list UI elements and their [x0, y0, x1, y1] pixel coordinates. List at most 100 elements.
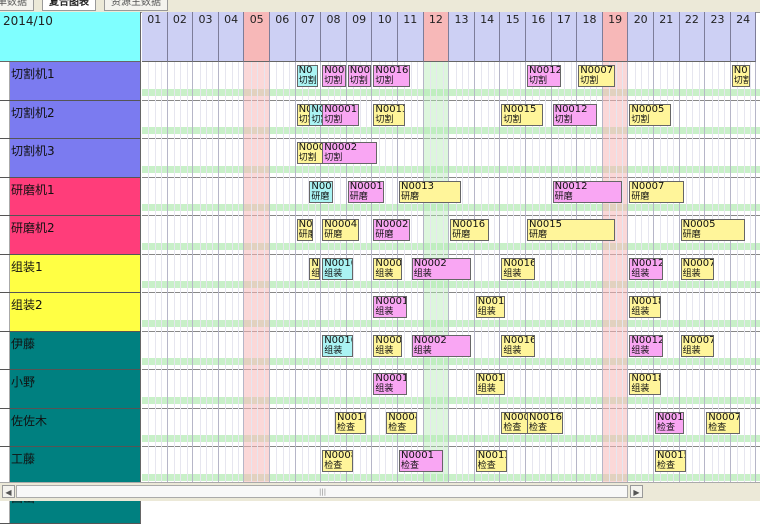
resource-row-label[interactable]: 佐佐木 [0, 409, 141, 448]
task-bar[interactable]: N0012切割 [527, 65, 561, 87]
task-bar[interactable]: N0004检查 [386, 412, 417, 434]
task-bar[interactable]: N0007组装 [681, 258, 715, 280]
task-bar[interactable]: N0切割 [297, 104, 310, 126]
tab-1[interactable]: 复合图表 [42, 0, 96, 11]
task-bar[interactable]: N0013研磨 [399, 181, 461, 203]
resource-row-label[interactable]: 切割机1 [0, 62, 141, 101]
tab-2[interactable]: 资源主数据 [104, 0, 168, 11]
task-bar[interactable]: N0001检查 [399, 450, 443, 472]
task-bar[interactable]: N0007组装 [681, 335, 715, 357]
task-order: N0015 [529, 219, 562, 230]
task-bar[interactable]: N0004组装 [373, 335, 402, 357]
task-bar[interactable]: N0012检查 [655, 412, 684, 434]
task-bar[interactable]: N00切割 [322, 65, 346, 87]
row-strip [0, 216, 10, 254]
task-bar[interactable]: N0004研磨 [322, 219, 358, 241]
task-bar[interactable]: N0002组装 [412, 335, 471, 357]
task-bar[interactable]: N0007检查 [706, 412, 740, 434]
task-bar[interactable]: N00切割 [348, 65, 372, 87]
hour-tick [744, 62, 745, 482]
resource-name: 伊藤 [11, 335, 35, 352]
task-operation: 切割 [324, 153, 374, 163]
task-bar[interactable]: N0016研磨 [450, 219, 489, 241]
row-strip [0, 139, 10, 177]
task-bar[interactable]: N0018组装 [629, 373, 660, 395]
task-bar[interactable]: N0切割 [732, 65, 750, 87]
task-bar[interactable]: N0008检查 [322, 450, 353, 472]
resource-name: 切割机1 [11, 65, 55, 82]
horizontal-scrollbar[interactable]: ◀ ||| ▶ [0, 482, 760, 501]
task-order: N0007 [631, 181, 664, 192]
task-bar[interactable]: N0001研磨 [348, 181, 384, 203]
resource-row-label[interactable]: 切割机3 [0, 139, 141, 178]
scroll-grip-icon: ||| [319, 488, 326, 496]
task-operation: 切割 [311, 115, 320, 125]
resource-row-label[interactable]: 研磨机1 [0, 178, 141, 217]
task-bar[interactable]: NC切割 [309, 104, 322, 126]
task-bar[interactable]: N0015检查 [655, 450, 686, 472]
task-bar[interactable]: N0016组装 [501, 335, 535, 357]
task-bar[interactable]: N0012研磨 [553, 181, 623, 203]
task-bar[interactable]: N0010组装 [322, 258, 353, 280]
task-bar[interactable]: N00研磨 [309, 181, 333, 203]
task-bar[interactable]: N0研磨 [297, 219, 313, 241]
scroll-right-button[interactable]: ▶ [630, 485, 643, 498]
task-bar[interactable]: N0016组装 [501, 258, 535, 280]
task-bar[interactable]: N0016检查 [527, 412, 563, 434]
task-order: N0012 [631, 335, 663, 346]
task-bar[interactable]: N0012切割 [553, 104, 597, 126]
task-bar[interactable]: N000检查 [501, 412, 530, 434]
task-bar[interactable]: N0016切割 [373, 65, 409, 87]
task-bar[interactable]: N0001组装 [373, 296, 407, 318]
task-bar[interactable]: N0001组装 [373, 373, 407, 395]
task-bar[interactable]: N0013组装 [476, 373, 505, 395]
day-header-22: 22 [680, 12, 706, 62]
task-operation: 切割 [324, 115, 356, 125]
task-bar[interactable]: N0013检查 [476, 450, 507, 472]
tab-0[interactable]: 订单数据 [0, 0, 34, 11]
task-order: N0012 [631, 258, 663, 269]
scroll-left-button[interactable]: ◀ [2, 485, 15, 498]
task-order: N0001 [324, 104, 357, 115]
task-bar[interactable]: N0010检查 [335, 412, 366, 434]
task-order: N0016 [503, 258, 535, 269]
task-bar[interactable]: N0007切割 [578, 65, 614, 87]
scroll-thumb[interactable]: ||| [16, 485, 628, 498]
resource-row-label[interactable]: 切割机2 [0, 101, 141, 140]
task-bar[interactable]: N组装 [309, 258, 320, 280]
task-bar[interactable]: N0013组装 [476, 296, 505, 318]
task-operation: 组装 [324, 269, 351, 279]
task-bar[interactable]: N0012组装 [629, 258, 663, 280]
task-bar[interactable]: N0002组装 [412, 258, 471, 280]
gantt-grid[interactable]: N0切割N00切割N00切割N0016切割N0012切割N0007切割N0切割N… [142, 62, 760, 482]
task-bar[interactable]: N0015研磨 [527, 219, 615, 241]
task-bar[interactable]: N0001切割 [322, 104, 358, 126]
task-bar[interactable]: N0013切割 [373, 104, 404, 126]
day-header-10: 10 [372, 12, 398, 62]
resource-row-label[interactable]: 研磨机2 [0, 216, 141, 255]
task-bar[interactable]: N0002研磨 [373, 219, 409, 241]
resource-row-label[interactable]: 伊藤 [0, 332, 141, 371]
task-bar[interactable]: N0004组装 [373, 258, 402, 280]
row-strip [0, 62, 10, 100]
task-bar[interactable]: N0005研磨 [681, 219, 746, 241]
resource-row-label[interactable]: 小野 [0, 370, 141, 409]
task-bar[interactable]: N0012组装 [629, 335, 663, 357]
task-bar[interactable]: N0005切割 [629, 104, 671, 126]
resource-row-label[interactable]: 工藤 [0, 447, 141, 486]
resource-row-label[interactable]: 组装1 [0, 255, 141, 294]
day-header-09: 09 [347, 12, 373, 62]
hour-tick [238, 62, 239, 482]
task-bar[interactable]: N0010组装 [322, 335, 353, 357]
task-order: N0016 [529, 412, 562, 423]
resource-row-label[interactable]: 组装2 [0, 293, 141, 332]
hour-tick [289, 62, 290, 482]
task-bar[interactable]: N000切割 [297, 142, 323, 164]
task-bar[interactable]: N0018组装 [629, 296, 660, 318]
task-bar[interactable]: N0015切割 [501, 104, 543, 126]
task-bar[interactable]: N0002切割 [322, 142, 376, 164]
task-bar[interactable]: N0切割 [297, 65, 318, 87]
task-operation: 检查 [657, 461, 684, 471]
task-bar[interactable]: N0007研磨 [629, 181, 683, 203]
task-order: N0004 [324, 219, 357, 230]
